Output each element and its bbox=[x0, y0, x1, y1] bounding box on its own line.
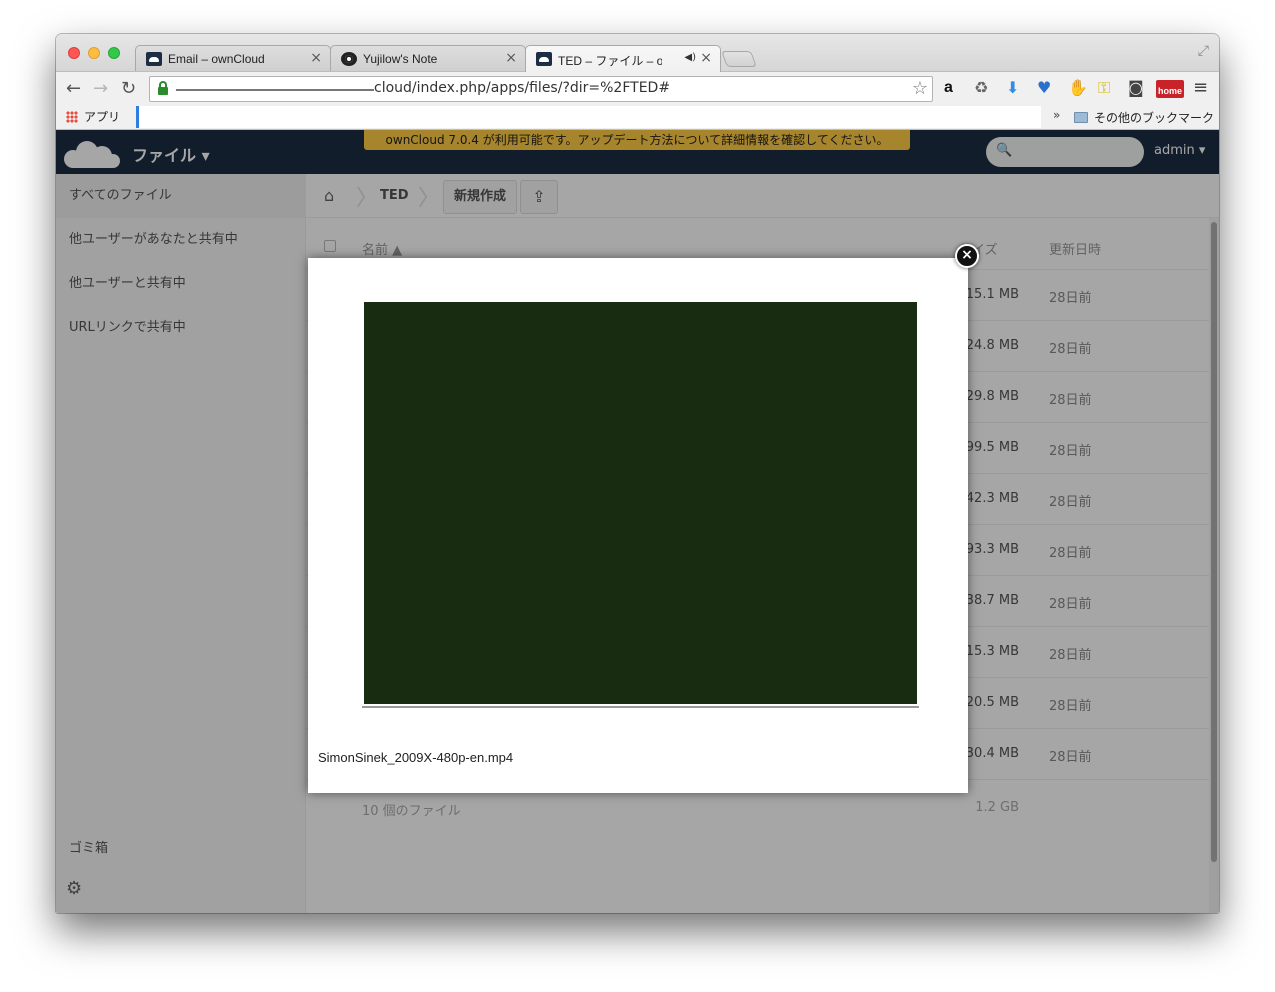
owncloud-favicon-icon bbox=[146, 52, 162, 66]
apps-bookmark[interactable]: アプリ bbox=[84, 108, 120, 125]
forward-icon[interactable]: → bbox=[93, 78, 108, 99]
bookmark-edit-field[interactable] bbox=[136, 106, 1041, 128]
tab-title: Yujilow's Note bbox=[363, 52, 438, 66]
apps-grid-icon[interactable] bbox=[66, 111, 78, 123]
bookmarks-overflow[interactable]: » bbox=[1053, 108, 1060, 122]
speaker-icon: ◀) bbox=[684, 52, 696, 63]
download-icon[interactable]: ⬇ bbox=[1006, 79, 1019, 97]
owncloud-favicon-icon bbox=[536, 52, 552, 66]
owncloud-page: ファイル ▾ ownCloud 7.0.4 が利用可能です。アップデート方法につ… bbox=[56, 130, 1219, 913]
menu-icon[interactable]: ≡ bbox=[1193, 79, 1208, 97]
key-icon[interactable]: ⚿ bbox=[1098, 79, 1110, 97]
other-bookmarks[interactable]: その他のブックマーク bbox=[1094, 109, 1214, 126]
tab-strip: Email – ownCloud × Yujilow's Note × TED … bbox=[56, 34, 1219, 72]
address-url: cloud/index.php/apps/files/?dir=%2FTED# bbox=[374, 80, 671, 96]
bookmark-star-icon[interactable]: ☆ bbox=[912, 78, 928, 99]
video-viewer: SimonSinek_2009X-480p-en.mp4 bbox=[308, 258, 968, 793]
browser-window: Email – ownCloud × Yujilow's Note × TED … bbox=[56, 34, 1219, 913]
tab-title: Email – ownCloud bbox=[168, 52, 265, 66]
amazon-icon[interactable]: a bbox=[944, 79, 953, 97]
back-icon[interactable]: ← bbox=[66, 78, 81, 99]
tab-yujilow-note[interactable]: Yujilow's Note × bbox=[330, 45, 526, 71]
tab-email-owncloud[interactable]: Email – ownCloud × bbox=[135, 45, 331, 71]
reload-icon[interactable]: ↻ bbox=[121, 78, 136, 99]
video-progress-bar[interactable] bbox=[362, 706, 919, 708]
minimize-window-button[interactable] bbox=[88, 47, 100, 59]
hand-icon[interactable]: ✋ bbox=[1068, 79, 1088, 97]
recycle-icon[interactable]: ♻ bbox=[974, 79, 988, 97]
redacted-host bbox=[176, 89, 374, 91]
tab-title: TED – ファイル – ownCl bbox=[558, 54, 662, 68]
heart-icon[interactable]: ♥ bbox=[1037, 79, 1051, 97]
github-favicon-icon bbox=[341, 52, 357, 66]
home-icon[interactable]: home bbox=[1156, 80, 1184, 98]
zoom-window-button[interactable] bbox=[108, 47, 120, 59]
new-tab-button[interactable] bbox=[721, 51, 757, 67]
tab-close-icon[interactable]: × bbox=[310, 50, 322, 66]
fullscreen-icon[interactable]: ⤢ bbox=[1198, 43, 1209, 59]
close-window-button[interactable] bbox=[68, 47, 80, 59]
tab-close-icon[interactable]: × bbox=[700, 50, 712, 66]
tab-ted-files[interactable]: TED – ファイル – ownCl ◀) × bbox=[525, 45, 721, 72]
lock-icon bbox=[158, 81, 168, 95]
video-player[interactable] bbox=[364, 302, 917, 704]
folder-icon bbox=[1074, 112, 1088, 123]
bookmarks-bar: アプリ » その他のブックマーク bbox=[56, 104, 1219, 130]
browser-toolbar: ← → ↻ cloud/index.php/apps/files/?dir=%2… bbox=[56, 71, 1219, 104]
address-bar[interactable]: cloud/index.php/apps/files/?dir=%2FTED# … bbox=[149, 76, 933, 102]
pocket-icon[interactable]: ◙ bbox=[1128, 79, 1144, 97]
close-icon[interactable]: × bbox=[955, 244, 979, 268]
video-filename: SimonSinek_2009X-480p-en.mp4 bbox=[318, 750, 514, 765]
tab-close-icon[interactable]: × bbox=[505, 50, 517, 66]
